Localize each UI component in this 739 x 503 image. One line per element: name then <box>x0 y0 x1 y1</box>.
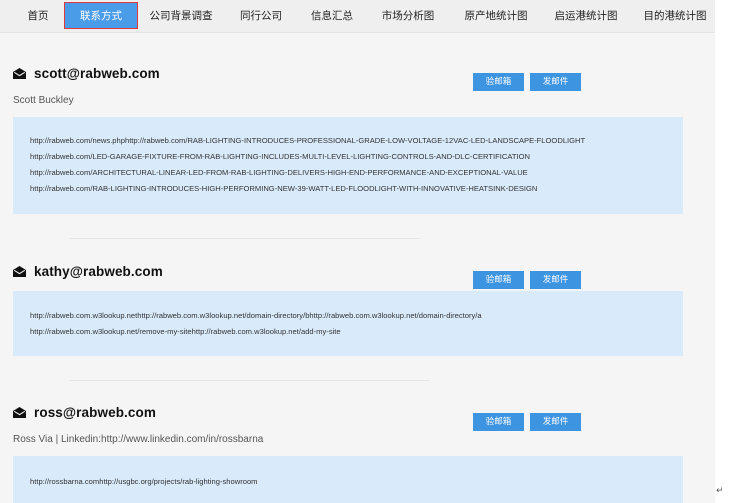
send-email-button[interactable]: 发邮件 <box>530 73 581 91</box>
verify-email-button[interactable]: 验邮箱 <box>473 413 524 431</box>
nav-bar: 首页 联系方式 公司背景调查 同行公司 信息汇总 市场分析图 原产地统计图 启运… <box>0 0 715 33</box>
paragraph-mark: ↵ <box>716 485 724 495</box>
url-item[interactable]: http://rabweb.com.w3lookup.net/remove-my… <box>30 327 341 336</box>
tab-market-analysis[interactable]: 市场分析图 <box>376 0 440 32</box>
url-item[interactable]: http://rabweb.com/RAB-LIGHTING-INTRODUCE… <box>30 184 537 193</box>
send-email-button[interactable]: 发邮件 <box>530 413 581 431</box>
tab-company-background[interactable]: 公司背景调查 <box>146 0 216 32</box>
envelope-icon <box>13 265 26 277</box>
tab-info-summary[interactable]: 信息汇总 <box>306 0 358 32</box>
contact-name: Scott Buckley <box>13 95 74 106</box>
email-row: ross@rabweb.com <box>13 403 156 421</box>
url-item[interactable]: http://rabweb.com/LED-GARAGE-FIXTURE-FRO… <box>30 152 530 161</box>
divider <box>70 380 430 381</box>
tab-home[interactable]: 首页 <box>20 0 56 32</box>
contact-card: ross@rabweb.com Ross Via | Linkedin:http… <box>10 402 686 503</box>
contact-card: scott@rabweb.com Scott Buckley 验邮箱 发邮件 h… <box>10 62 686 217</box>
url-item[interactable]: http://rabweb.com/news.phphttp://rabweb.… <box>30 136 585 145</box>
verify-email-button[interactable]: 验邮箱 <box>473 73 524 91</box>
url-list: http://rabweb.com.w3lookup.nethttp://rab… <box>13 291 683 356</box>
page: 首页 联系方式 公司背景调查 同行公司 信息汇总 市场分析图 原产地统计图 启运… <box>0 0 715 503</box>
contact-email[interactable]: scott@rabweb.com <box>34 66 160 81</box>
tab-destination-port-stats[interactable]: 目的港统计图 <box>638 0 712 32</box>
tab-origin-stats[interactable]: 原产地统计图 <box>458 0 534 32</box>
tab-peer-companies[interactable]: 同行公司 <box>236 0 286 32</box>
divider <box>70 238 420 239</box>
contact-email[interactable]: kathy@rabweb.com <box>34 264 163 279</box>
url-item[interactable]: http://rabweb.com.w3lookup.nethttp://rab… <box>30 311 482 320</box>
url-item[interactable]: http://rossbarna.comhttp://usgbc.org/pro… <box>30 477 258 486</box>
tab-departure-port-stats[interactable]: 启运港统计图 <box>548 0 624 32</box>
envelope-icon <box>13 67 26 79</box>
email-row: scott@rabweb.com <box>13 64 160 82</box>
tab-contact[interactable]: 联系方式 <box>64 2 138 29</box>
url-list: http://rabweb.com/news.phphttp://rabweb.… <box>13 117 683 214</box>
contact-name-linkedin: Ross Via | Linkedin:http://www.linkedin.… <box>13 434 264 445</box>
send-email-button[interactable]: 发邮件 <box>530 271 581 289</box>
email-row: kathy@rabweb.com <box>13 262 163 280</box>
contact-card: kathy@rabweb.com 验邮箱 发邮件 http://rabweb.c… <box>10 260 686 360</box>
contact-email[interactable]: ross@rabweb.com <box>34 405 156 420</box>
url-item[interactable]: http://rabweb.com/ARCHITECTURAL-LINEAR-L… <box>30 168 528 177</box>
url-list: http://rossbarna.comhttp://usgbc.org/pro… <box>13 456 683 503</box>
verify-email-button[interactable]: 验邮箱 <box>473 271 524 289</box>
envelope-icon <box>13 406 26 418</box>
